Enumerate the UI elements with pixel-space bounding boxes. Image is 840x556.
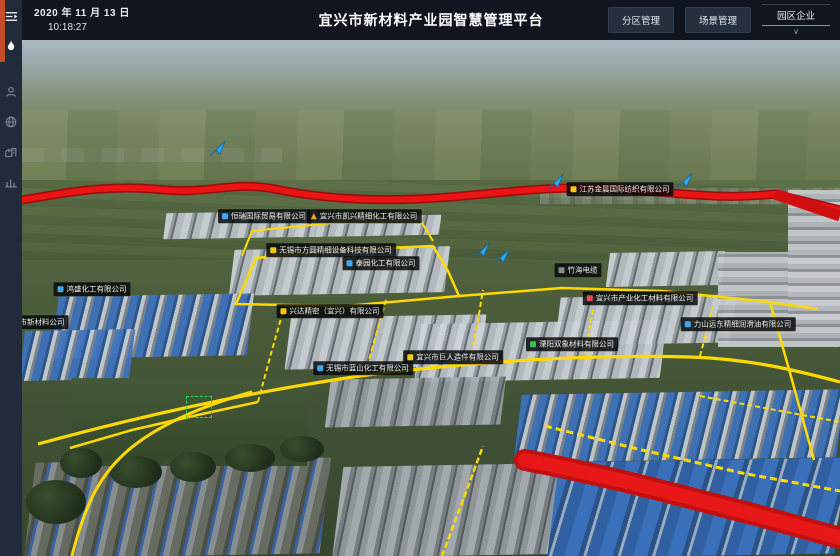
active-accent-bar [0, 0, 5, 62]
tree [26, 480, 86, 524]
drone-marker-icon[interactable] [545, 173, 566, 195]
company-label-text: 力山远东精细润滑油有限公司 [694, 320, 792, 328]
building-cluster [19, 329, 135, 381]
building-cluster [325, 376, 506, 427]
globe-icon [4, 115, 18, 129]
drone-marker-icon[interactable] [674, 172, 695, 194]
company-label-text: 宜兴市巨人造件有限公司 [416, 353, 499, 361]
time-label: 10:18:27 [48, 22, 130, 33]
drone-marker-icon[interactable] [207, 140, 228, 162]
building-cluster [788, 190, 840, 320]
company-label-text: 宜兴市产业化工材料有限公司 [596, 294, 694, 302]
far-fields [22, 110, 840, 180]
menu-fold-icon [4, 9, 19, 24]
dropdown-label: 园区企业 [762, 8, 830, 26]
company-label[interactable]: 无锡市蓝山化工有限公司 [313, 361, 413, 375]
company-label[interactable]: 宜兴市巨人造件有限公司 [403, 350, 503, 364]
datetime: 2020 年 11 月 13 日 10:18:27 [34, 4, 130, 33]
sidebar-item-enterprise[interactable] [0, 137, 22, 167]
company-label[interactable]: 溧阳双象材料有限公司 [526, 337, 618, 351]
tree [280, 436, 324, 462]
app-window: 恒瑞国际贸易有限公司 宜兴市凯兴精细化工有限公司无锡市方圆精细设备科技有限公司泰园… [0, 0, 840, 556]
leaf-icon [530, 341, 536, 347]
building-cluster [513, 389, 840, 463]
top-header: 宜兴市新材料产业园智慧管理平台 2020 年 11 月 13 日 10:18:2… [22, 0, 840, 40]
building-icon [587, 295, 593, 301]
chevron-down-icon: ∨ [762, 27, 830, 36]
building-icon [222, 213, 228, 219]
company-label[interactable]: 泰园化工有限公司 [343, 256, 420, 270]
building-cluster [332, 463, 559, 556]
sidebar-item-network[interactable] [0, 107, 22, 137]
company-label[interactable]: 恒瑞国际贸易有限公司 [218, 209, 310, 223]
drone-marker-icon[interactable] [471, 242, 492, 264]
user-icon [4, 85, 18, 99]
company-label[interactable]: 力山远东精细润滑油有限公司 [681, 317, 796, 331]
company-label[interactable]: 无锡市方圆精细设备科技有限公司 [266, 243, 396, 257]
building-cluster [546, 457, 840, 556]
factory-icon [407, 354, 413, 360]
alert-triangle-icon [311, 213, 317, 219]
factory-icon [4, 145, 18, 159]
dot-icon [559, 267, 565, 273]
park-enterprise-dropdown[interactable]: 园区企业 ∨ [762, 4, 830, 36]
scene-management-button[interactable]: 场景管理 [685, 7, 751, 33]
company-label-text: 无锡市蓝山化工有限公司 [326, 364, 409, 372]
company-label-text: 兴达精密（宜兴）有限公司 [290, 307, 380, 315]
building-cluster [606, 251, 725, 287]
sidebar-item-users[interactable] [0, 77, 22, 107]
map-canvas[interactable]: 恒瑞国际贸易有限公司 宜兴市凯兴精细化工有限公司无锡市方圆精细设备科技有限公司泰园… [0, 40, 840, 556]
drone-marker-icon[interactable] [491, 248, 512, 270]
tree [60, 448, 102, 478]
company-label-text: 恒瑞国际贸易有限公司 [231, 212, 306, 220]
company-label-text: 江苏金晨国际纺织有限公司 [580, 185, 670, 193]
company-label-text: 溧阳双象材料有限公司 [539, 340, 614, 348]
company-label-text: 泰园化工有限公司 [356, 259, 416, 267]
company-label[interactable]: 鸿盛化工有限公司 [54, 282, 131, 296]
company-label[interactable]: 江苏金晨国际纺织有限公司 [567, 182, 674, 196]
horizon-haze [0, 40, 840, 94]
company-label-text: 竹海电缆 [568, 266, 598, 274]
tree [170, 452, 216, 482]
company-label-text: 无锡市方圆精细设备科技有限公司 [279, 246, 392, 254]
tree [225, 444, 275, 472]
flag-icon [571, 186, 577, 192]
bar-chart-icon [4, 175, 18, 189]
factory-icon [270, 247, 276, 253]
company-label[interactable]: 宜兴市产业化工材料有限公司 [583, 291, 698, 305]
company-label[interactable]: 兴达精密（宜兴）有限公司 [277, 304, 384, 318]
building-icon [58, 286, 64, 292]
flame-icon [4, 39, 18, 54]
user-icon [347, 260, 353, 266]
zone-management-button[interactable]: 分区管理 [608, 7, 674, 33]
company-label-text: 鸿盛化工有限公司 [67, 285, 127, 293]
shield-icon [281, 308, 287, 314]
left-sidebar [0, 0, 22, 556]
building-icon [317, 365, 323, 371]
tree [110, 456, 162, 488]
company-label[interactable]: 竹海电缆 [555, 263, 602, 277]
date-label: 2020 年 11 月 13 日 [34, 4, 130, 19]
company-label-text: 宜兴市凯兴精细化工有限公司 [320, 212, 418, 220]
company-label[interactable]: 宜兴市凯兴精细化工有限公司 [307, 209, 422, 223]
sidebar-item-statistics[interactable] [0, 167, 22, 197]
selection-box [186, 396, 212, 418]
note-icon [685, 321, 691, 327]
